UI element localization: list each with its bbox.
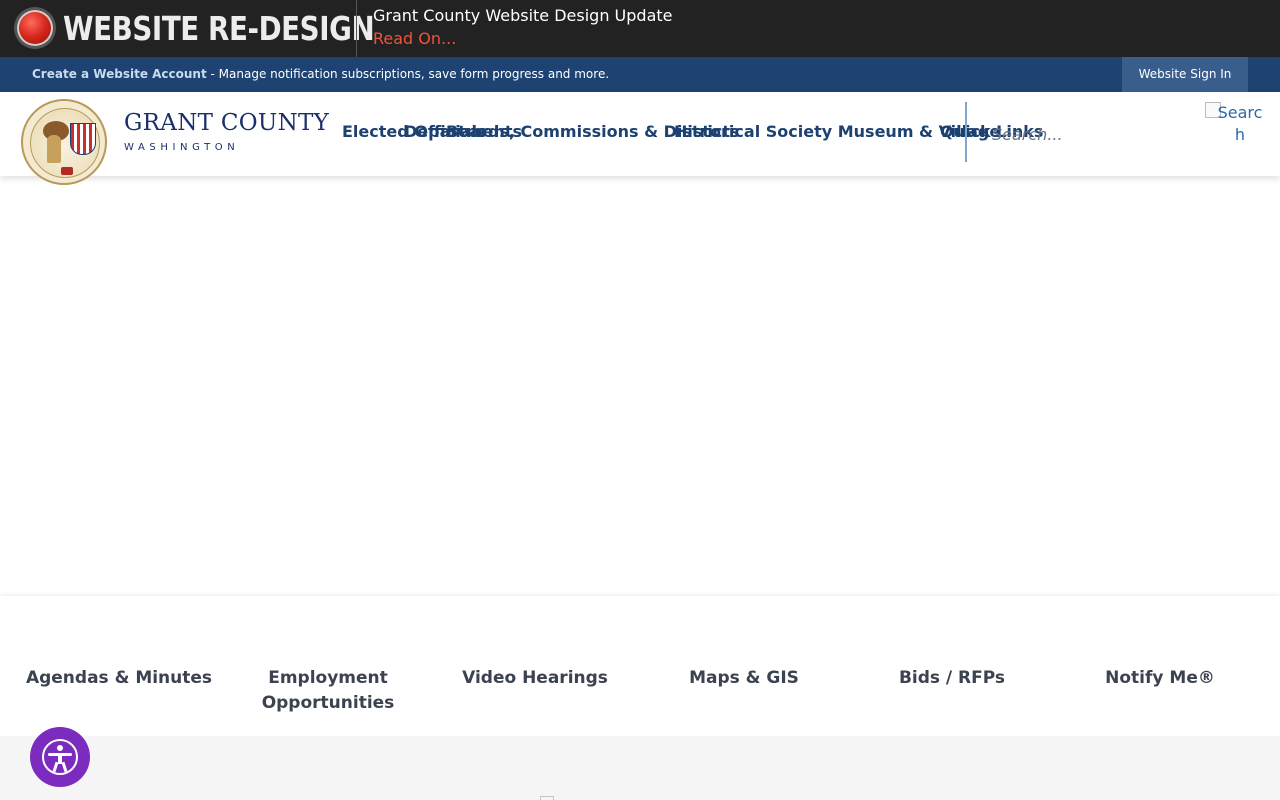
account-message: Create a Website Account - Manage notifi… [32,67,609,81]
footer-image-placeholder [540,796,554,800]
alert-title: WEBSITE RE-DESIGN [63,9,375,48]
alert-read-on-link[interactable]: Read On... [373,29,456,48]
search-button[interactable]: Search [1205,102,1267,146]
brand-subtitle: WASHINGTON [124,142,240,153]
alert-bar: WEBSITE RE-DESIGN Grant County Website D… [0,0,1280,57]
search-button-alt-text: Search [1217,103,1263,144]
quick-link-employment[interactable]: Employment Opportunities [227,666,429,716]
quick-link-notify-me[interactable]: Notify Me® [1060,666,1260,691]
quick-link-bids-rfps[interactable]: Bids / RFPs [852,666,1052,691]
accessibility-icon-head [57,745,63,751]
alert-light-icon [17,10,53,46]
account-description: - Manage notification subscriptions, sav… [206,67,610,81]
seal-shield [70,123,96,155]
website-sign-in-button[interactable]: Website Sign In [1122,57,1248,92]
seal-base [61,167,73,175]
quick-link-video-hearings[interactable]: Video Hearings [435,666,635,691]
quick-link-maps-gis[interactable]: Maps & GIS [644,666,844,691]
alert-headline[interactable]: Grant County Website Design Update [373,6,673,25]
search-divider [965,102,967,162]
search-input[interactable] [992,121,1192,147]
account-bar: Create a Website Account - Manage notifi… [0,57,1280,92]
footer-area [0,736,1280,800]
alert-divider [356,0,357,57]
accessibility-button[interactable] [30,727,90,787]
quick-link-agendas-minutes[interactable]: Agendas & Minutes [19,666,219,691]
seal-person-figure [47,135,61,163]
quick-links-band: Agendas & Minutes Employment Opportuniti… [0,596,1280,736]
county-seal-logo[interactable] [21,99,107,185]
brand-name[interactable]: GRANT COUNTY [124,110,329,136]
site-header: GRANT COUNTY WASHINGTON Elected Official… [0,92,1280,185]
create-account-link[interactable]: Create a Website Account [32,67,207,81]
